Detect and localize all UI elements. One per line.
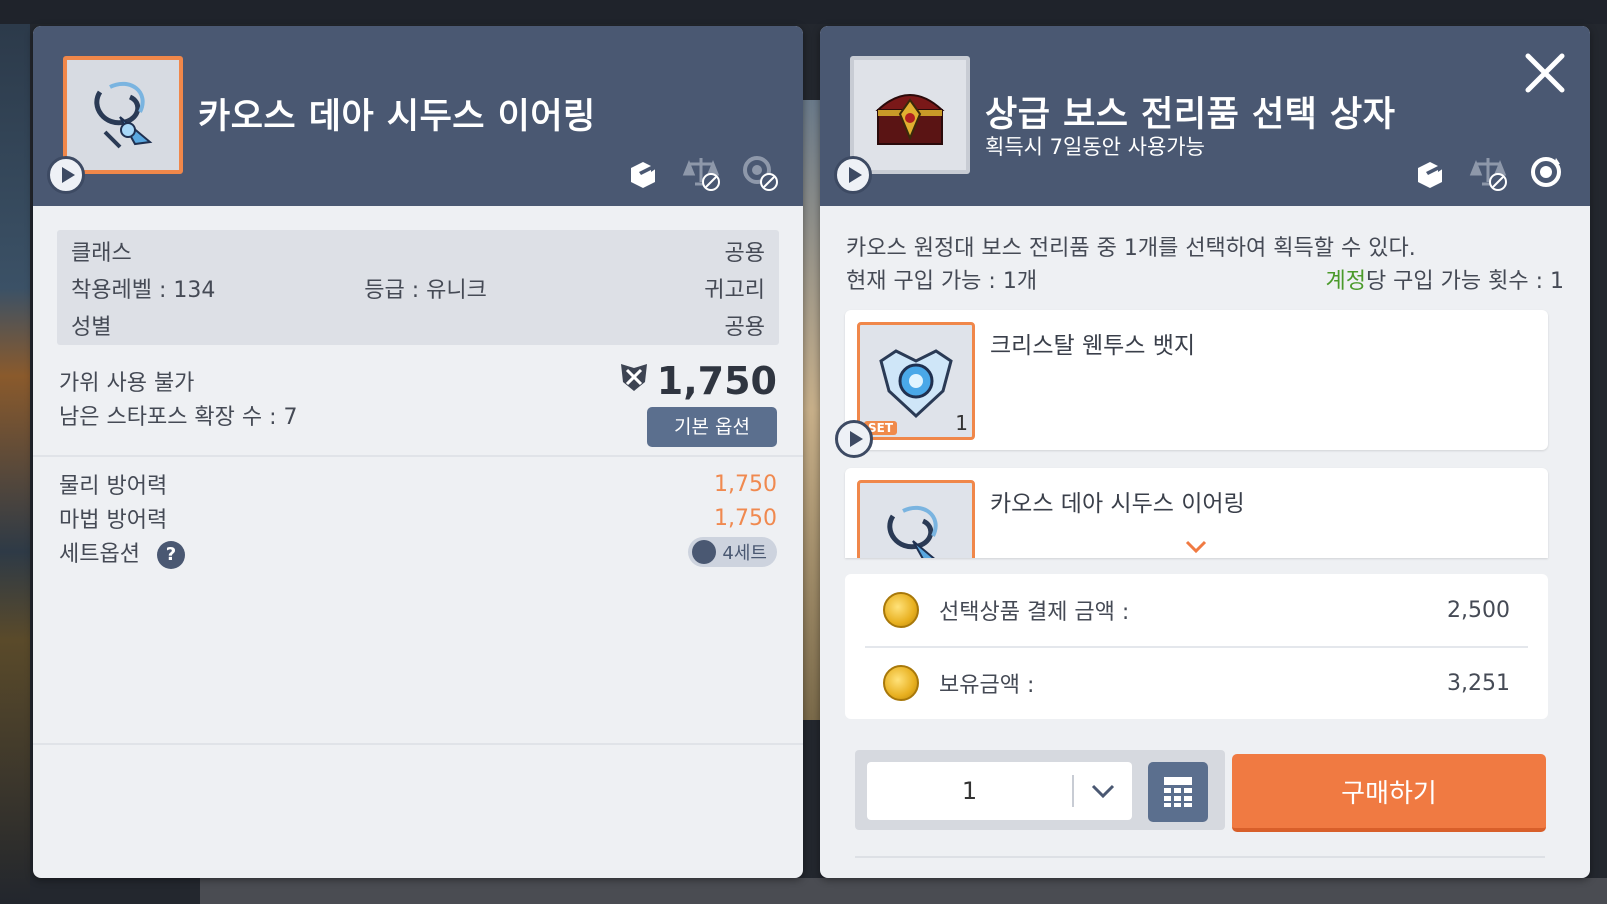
chevron-down-icon[interactable] [1185, 540, 1207, 554]
item-name: 상급 보스 전리품 선택 상자 [985, 95, 1396, 135]
item-detail-panel: 카오스 데아 시두스 이어링 클래스 공용 착용레벨 : 134 등급 : 유니… [33, 26, 803, 878]
selected-price-value: 2,500 [1447, 597, 1510, 623]
set-badge[interactable]: 4세트 [688, 537, 777, 567]
starforce-remaining: 남은 스타포스 확장 수 : 7 [59, 405, 298, 430]
trade-blocked-icon [1468, 152, 1508, 192]
quantity-dropdown-button[interactable] [1074, 783, 1132, 799]
item-grade: 등급 : 유니크 [364, 277, 487, 303]
calculator-icon [1164, 777, 1192, 807]
choice-quantity: 1 [955, 411, 968, 435]
stat-value: 1,750 [714, 505, 777, 531]
play-icon[interactable] [835, 420, 873, 458]
item-action-icons [623, 152, 779, 192]
coin-icon [883, 592, 919, 628]
background-top [0, 0, 1607, 24]
quantity-input[interactable]: 1 [867, 762, 1132, 820]
item-description-section: 카오스 원정대 보스 전리품 중 1개를 선택하여 획득할 수 있다. 현재 구… [820, 206, 1590, 298]
help-icon[interactable]: ? [156, 540, 185, 569]
choice-item-name: 카오스 데아 시두스 이어링 [990, 491, 1245, 517]
item-name: 카오스 데아 시두스 이어링 [198, 97, 596, 137]
gender-label: 성별 [71, 314, 112, 340]
stat-label: 마법 방어력 [59, 508, 168, 533]
quantity-value: 1 [961, 777, 978, 805]
restore-blocked-icon [739, 152, 779, 192]
item-description: 카오스 원정대 보스 전리품 중 1개를 선택하여 획득할 수 있다. [846, 236, 1416, 261]
item-action-icons [1410, 152, 1566, 192]
share-icon[interactable] [623, 152, 663, 192]
buy-button[interactable]: 구매하기 [1232, 754, 1546, 832]
share-icon[interactable] [1410, 152, 1450, 192]
stat-value: 1,750 [714, 471, 777, 497]
trade-blocked-icon [681, 152, 721, 192]
close-icon[interactable] [1522, 50, 1568, 96]
play-icon[interactable] [834, 156, 872, 194]
background-game-scene [0, 24, 30, 904]
item-category: 귀고리 [704, 277, 765, 303]
earring-item-icon [63, 56, 183, 174]
stat-label: 물리 방어력 [59, 474, 168, 499]
item-status-section: 가위 사용 불가 남은 스타포스 확장 수 : 7 1,750 기본 옵션 [33, 345, 803, 457]
basic-option-button[interactable]: 기본 옵션 [647, 407, 777, 447]
badge-item-icon: SET 1 [857, 322, 975, 440]
choice-item-name: 크리스탈 웬투스 뱃지 [990, 333, 1196, 359]
item-detail-header: 카오스 데아 시두스 이어링 [33, 26, 803, 206]
combat-power-value: 1,750 [656, 359, 777, 403]
background-game-scene-middle [800, 100, 820, 720]
account-limit-text: 당 구입 가능 횟수 : 1 [1365, 269, 1564, 294]
divider [855, 856, 1545, 858]
owned-amount-label: 보유금액 : [939, 673, 1035, 698]
payment-summary: 선택상품 결제 금액 : 2,500 보유금액 : 3,251 [845, 574, 1548, 719]
play-icon[interactable] [47, 156, 85, 194]
choice-item[interactable]: 카오스 데아 시두스 이어링 [845, 468, 1548, 558]
item-duration: 획득시 7일동안 사용가능 [985, 135, 1205, 159]
account-highlight: 계정 [1325, 269, 1366, 294]
coin-icon [883, 665, 919, 701]
set-option-label: 세트옵션 [59, 541, 140, 567]
chevron-down-icon [1091, 784, 1115, 799]
calculator-button[interactable] [1148, 762, 1208, 822]
set-badge-label: 4세트 [722, 543, 767, 564]
earring-item-icon [857, 480, 975, 558]
selected-price-label: 선택상품 결제 금액 : [939, 600, 1130, 625]
level-requirement: 착용레벨 : 134 [71, 277, 216, 303]
item-requirements: 클래스 공용 착용레벨 : 134 등급 : 유니크 귀고리 성별 공용 [57, 230, 779, 345]
chest-item-icon [850, 56, 970, 174]
account-purchase-limit: 계정당 구입 가능 횟수 : 1 [1325, 265, 1564, 298]
class-value: 공용 [724, 240, 765, 266]
gender-value: 공용 [724, 314, 765, 340]
choice-item[interactable]: SET 1 크리스탈 웬투스 뱃지 [835, 310, 1548, 458]
purchase-available: 현재 구입 가능 : 1개 [846, 269, 1038, 294]
scissors-status: 가위 사용 불가 [59, 371, 195, 396]
shop-item-header: 상급 보스 전리품 선택 상자 획득시 7일동안 사용가능 [820, 26, 1590, 206]
shop-purchase-panel: 상급 보스 전리품 선택 상자 획득시 7일동안 사용가능 카오스 원정대 보스… [820, 26, 1590, 878]
restore-icon [1526, 152, 1566, 192]
item-stats: 물리 방어력 1,750 마법 방어력 1,750 세트옵션 ? 4세트 [33, 457, 803, 745]
class-label: 클래스 [71, 240, 132, 266]
combat-power-icon [617, 359, 651, 403]
owned-amount-value: 3,251 [1447, 670, 1510, 696]
set-icon [692, 540, 717, 564]
purchase-controls: 1 구매하기 [820, 736, 1590, 878]
quantity-selector: 1 [855, 750, 1225, 830]
background-bottom [200, 878, 1607, 904]
